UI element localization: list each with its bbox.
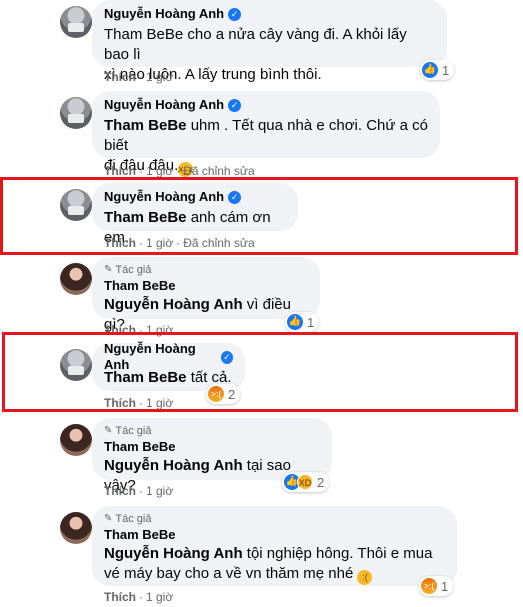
verified-badge-icon: ✓ — [228, 98, 242, 112]
verified-badge-icon: ✓ — [228, 190, 242, 204]
reaction-count: 1 — [441, 578, 449, 594]
verified-badge-icon: ✓ — [228, 7, 242, 21]
verified-badge-icon: ✓ — [220, 350, 233, 364]
reaction-summary[interactable]: >:( 2 — [206, 384, 241, 404]
like-icon: 👍 — [287, 314, 303, 330]
author-name[interactable]: Nguyễn Hoàng Anh — [104, 97, 224, 113]
comment-bubble: ✎ Tác giả Tham BeBe Nguyễn Hoàng Anh tội… — [92, 506, 457, 586]
timestamp[interactable]: 1 giờ — [146, 70, 173, 84]
timestamp[interactable]: 1 giờ — [146, 396, 173, 410]
comment-actions: Thích · 1 giờ · Đã chỉnh sửa — [104, 236, 255, 250]
comment-bubble: Nguyễn Hoàng Anh ✓ Tham BeBe anh cám ơn … — [92, 183, 298, 246]
comment-actions: Thích · 1 giờ — [104, 70, 174, 84]
timestamp[interactable]: 1 giờ — [146, 590, 173, 604]
author-name[interactable]: Tham BeBe — [104, 526, 445, 544]
reaction-count: 2 — [228, 386, 236, 402]
like-button[interactable]: Thích — [104, 70, 136, 84]
comment-text-line: Tham BeBe cho a nửa cây vàng đi. A khỏi … — [104, 26, 407, 63]
like-icon: 👍 — [422, 62, 438, 78]
author-name[interactable]: Tham BeBe — [104, 277, 308, 295]
angry-icon: >:( — [421, 578, 437, 594]
disappointed-face-emoji: :( — [357, 570, 373, 585]
author-name[interactable]: Tham BeBe — [104, 438, 320, 456]
angry-icon: >:( — [208, 386, 224, 402]
mention-link[interactable]: Tham BeBe — [104, 117, 187, 134]
like-button[interactable]: Thích — [104, 396, 136, 410]
timestamp[interactable]: 1 giờ — [146, 484, 173, 498]
pencil-icon: ✎ — [104, 425, 113, 436]
avatar[interactable] — [60, 6, 92, 38]
avatar[interactable] — [60, 512, 92, 544]
reaction-summary[interactable]: 👍 XD 2 — [282, 472, 330, 492]
mention-link[interactable]: Tham BeBe — [104, 209, 187, 226]
mention-link[interactable]: Nguyễn Hoàng Anh — [104, 545, 243, 562]
author-badge: Tác giả — [115, 513, 152, 525]
author-badge: Tác giả — [115, 425, 152, 437]
comment-bubble: Nguyễn Hoàng Anh ✓ Tham BeBe cho a nửa c… — [92, 0, 447, 83]
comment-actions: Thích · 1 giờ — [104, 590, 174, 604]
comment-text-part: tội nghiệp hông. Thôi e mua — [242, 545, 433, 562]
comment-text-part: vé máy bay cho a về vn thăm mẹ nhé — [104, 565, 354, 582]
comment-actions: Thích · 1 giờ — [104, 396, 174, 410]
author-name[interactable]: Nguyễn Hoàng Anh — [104, 189, 224, 205]
reaction-summary[interactable]: >:( 1 — [419, 576, 454, 596]
pencil-icon: ✎ — [104, 513, 113, 524]
avatar[interactable] — [60, 263, 92, 295]
avatar[interactable] — [60, 97, 92, 129]
timestamp[interactable]: 1 giờ — [146, 164, 173, 178]
reaction-count: 1 — [307, 314, 315, 330]
avatar[interactable] — [60, 189, 92, 221]
pencil-icon: ✎ — [104, 264, 113, 275]
reaction-count: 1 — [442, 62, 450, 78]
comment-bubble: ✎ Tác giả Tham BeBe Nguyễn Hoàng Anh vì … — [92, 257, 320, 333]
reaction-summary[interactable]: 👍 1 — [285, 312, 320, 332]
comment-actions: Thích · 1 giờ — [104, 484, 174, 498]
author-name[interactable]: Nguyễn Hoàng Anh — [104, 6, 224, 22]
like-button[interactable]: Thích — [104, 236, 136, 250]
avatar[interactable] — [60, 424, 92, 456]
like-button[interactable]: Thích — [104, 590, 136, 604]
comment-actions: Thích · 1 giờ · Đã chỉnh sửa — [104, 164, 255, 178]
edited-label: Đã chỉnh sửa — [183, 236, 255, 250]
author-badge: Tác giả — [115, 264, 152, 276]
comment-bubble: Nguyễn Hoàng Anh ✓ Tham BeBe uhm . Tết q… — [92, 91, 440, 177]
mention-link[interactable]: Nguyễn Hoàng Anh — [104, 296, 243, 313]
comment-bubble: ✎ Tác giả Tham BeBe Nguyễn Hoàng Anh tại… — [92, 418, 332, 494]
haha-icon: XD — [297, 474, 313, 490]
mention-link[interactable]: Nguyễn Hoàng Anh — [104, 457, 243, 474]
mention-link[interactable]: Tham BeBe — [104, 369, 187, 386]
reaction-count: 2 — [317, 474, 325, 490]
edited-label: Đã chỉnh sửa — [183, 164, 255, 178]
like-button[interactable]: Thích — [104, 164, 136, 178]
timestamp[interactable]: 1 giờ — [146, 236, 173, 250]
like-button[interactable]: Thích — [104, 484, 136, 498]
avatar[interactable] — [60, 349, 92, 381]
comment-text: Nguyễn Hoàng Anh tội nghiệp hông. Thôi e… — [104, 544, 445, 585]
reaction-summary[interactable]: 👍 1 — [420, 60, 455, 80]
